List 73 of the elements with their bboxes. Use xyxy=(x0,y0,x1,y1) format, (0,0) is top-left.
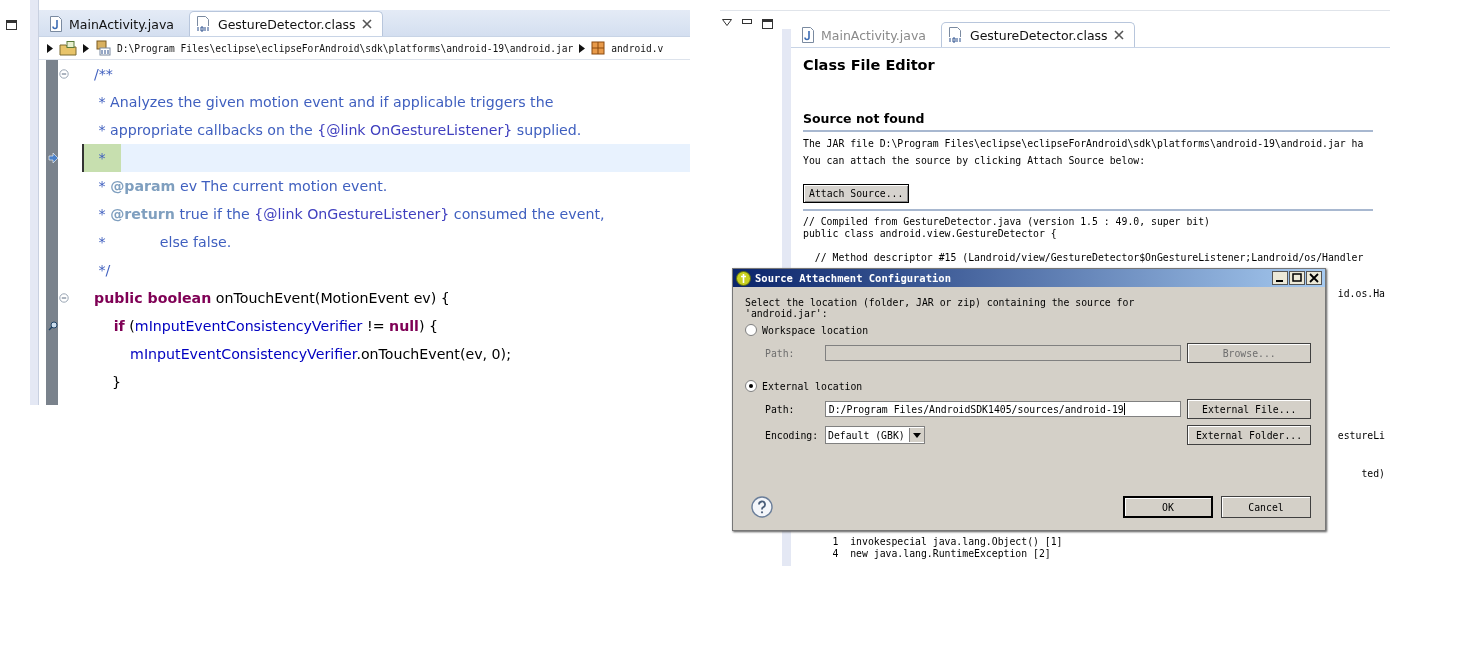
close-icon[interactable] xyxy=(1113,30,1124,40)
path-field[interactable] xyxy=(824,345,1182,361)
field-label: Encoding: xyxy=(765,429,820,441)
code-line: * appropriate callbacks on the {@link OnGestureListener} supplied. xyxy=(97,122,582,138)
browse-button[interactable]: External File... xyxy=(1187,399,1311,419)
path-field[interactable]: D:/Program Files/AndroidSDK1405/sources/android-19 xyxy=(824,401,1182,417)
external-folder-button[interactable]: External Folder... xyxy=(1187,425,1311,445)
code-line: * @return true if the {@link OnGestureListener} consumed the event, xyxy=(97,206,605,222)
minimize-icon[interactable] xyxy=(742,19,752,24)
encoding-dropdown[interactable]: Default (GBK) xyxy=(825,426,925,444)
code-line: /** xyxy=(94,66,113,82)
dialog-message: Select the location (folder, JAR or zip) containing the source for 'android.jar': xyxy=(745,297,1136,319)
restore-icon[interactable] xyxy=(6,20,17,30)
code-line: * xyxy=(97,150,106,166)
tab-label: GestureDetector.class xyxy=(217,16,356,32)
code-line: public boolean onTouchEvent(MotionEvent ev) { xyxy=(94,290,450,306)
binary-file-icon xyxy=(195,16,212,32)
view-menu-icon[interactable] xyxy=(722,19,732,26)
editor-tab[interactable]: MainActivity.java xyxy=(794,22,937,47)
dialog-title: Source Attachment Configuration xyxy=(755,272,951,284)
minimize-icon[interactable] xyxy=(1272,271,1288,285)
arrow-right-icon[interactable] xyxy=(47,43,53,53)
field-label: Path: xyxy=(765,347,796,359)
close-icon[interactable] xyxy=(361,19,372,29)
code-line: public class android.view.GestureDetector { xyxy=(803,228,1058,240)
close-icon[interactable] xyxy=(1306,271,1322,285)
dialog-button[interactable]: Cancel xyxy=(1221,496,1311,518)
attach-source-button[interactable]: Attach Source... xyxy=(803,184,910,203)
code-line: * else false. xyxy=(97,234,232,250)
arrow-right-icon[interactable] xyxy=(579,43,586,53)
code-line: id.os.Ha xyxy=(1337,288,1385,300)
breadcrumb-item[interactable]: android.v xyxy=(611,42,664,54)
editor-tab[interactable]: GestureDetector.class xyxy=(188,11,383,36)
breadcrumb-item[interactable]: D:\Program Files\eclipse\eclipseForAndroid\sdk\platforms\android-19\android.jar xyxy=(117,42,574,54)
message-text: The JAR file D:\Program Files\eclipse\eclipseForAndroid\sdk\platforms\android-19\android.jar ha xyxy=(803,138,1364,149)
code-line: // Compiled from GestureDetector.java (version 1.5 : 49.0, super bit) xyxy=(803,216,1211,228)
tab-label: MainActivity.java xyxy=(821,27,926,43)
editor-tab[interactable]: MainActivity.java xyxy=(42,11,185,36)
maximize-icon[interactable] xyxy=(762,19,773,29)
help-icon[interactable] xyxy=(751,496,773,518)
dialog-button[interactable]: OK xyxy=(1123,496,1213,518)
code-line: } xyxy=(111,374,122,390)
code-line: estureLi xyxy=(1337,430,1385,442)
radio-button[interactable] xyxy=(745,324,757,336)
app-icon xyxy=(736,270,751,286)
radio-button[interactable] xyxy=(745,380,757,392)
section-heading: Source not found xyxy=(803,111,1373,132)
folder-icon[interactable] xyxy=(59,40,77,56)
field-label: Path: xyxy=(765,403,796,415)
code-line: */ xyxy=(97,262,111,278)
jar-icon[interactable] xyxy=(95,40,111,56)
code-line: 1 invokespecial java.lang.Object() [1] xyxy=(831,536,1064,548)
code-line: if (mInputEventConsistencyVerifier != null) { xyxy=(112,318,439,334)
code-line: * Analyzes the given motion event and if applicable triggers the xyxy=(97,94,554,110)
document-icon xyxy=(801,27,815,43)
document-icon xyxy=(49,16,63,32)
editor-tab[interactable]: GestureDetector.class xyxy=(940,22,1135,47)
dropdown-caret-icon xyxy=(913,432,921,438)
radio-label[interactable]: External location xyxy=(762,380,863,392)
editor-title: Class File Editor xyxy=(803,57,935,73)
binary-file-icon xyxy=(947,27,964,43)
radio-label[interactable]: Workspace location xyxy=(762,324,869,336)
package-icon[interactable] xyxy=(591,41,606,55)
code-line: * @param ev The current motion event. xyxy=(97,178,388,194)
code-line: ted) xyxy=(1361,468,1385,480)
tab-label: MainActivity.java xyxy=(69,16,174,32)
message-text: You can attach the source by clicking Attach Source below: xyxy=(803,155,1146,166)
arrow-right-icon[interactable] xyxy=(83,43,89,53)
maximize-icon[interactable] xyxy=(1289,271,1305,285)
code-line: // Method descriptor #15 (Landroid/view/GestureDetector$OnGestureListener;Landroid/os/Handler xyxy=(813,252,1365,264)
code-line: mInputEventConsistencyVerifier.onTouchEvent(ev, 0); xyxy=(129,346,511,362)
code-line: 4 new java.lang.RuntimeException [2] xyxy=(831,548,1052,560)
tab-label: GestureDetector.class xyxy=(969,27,1108,43)
